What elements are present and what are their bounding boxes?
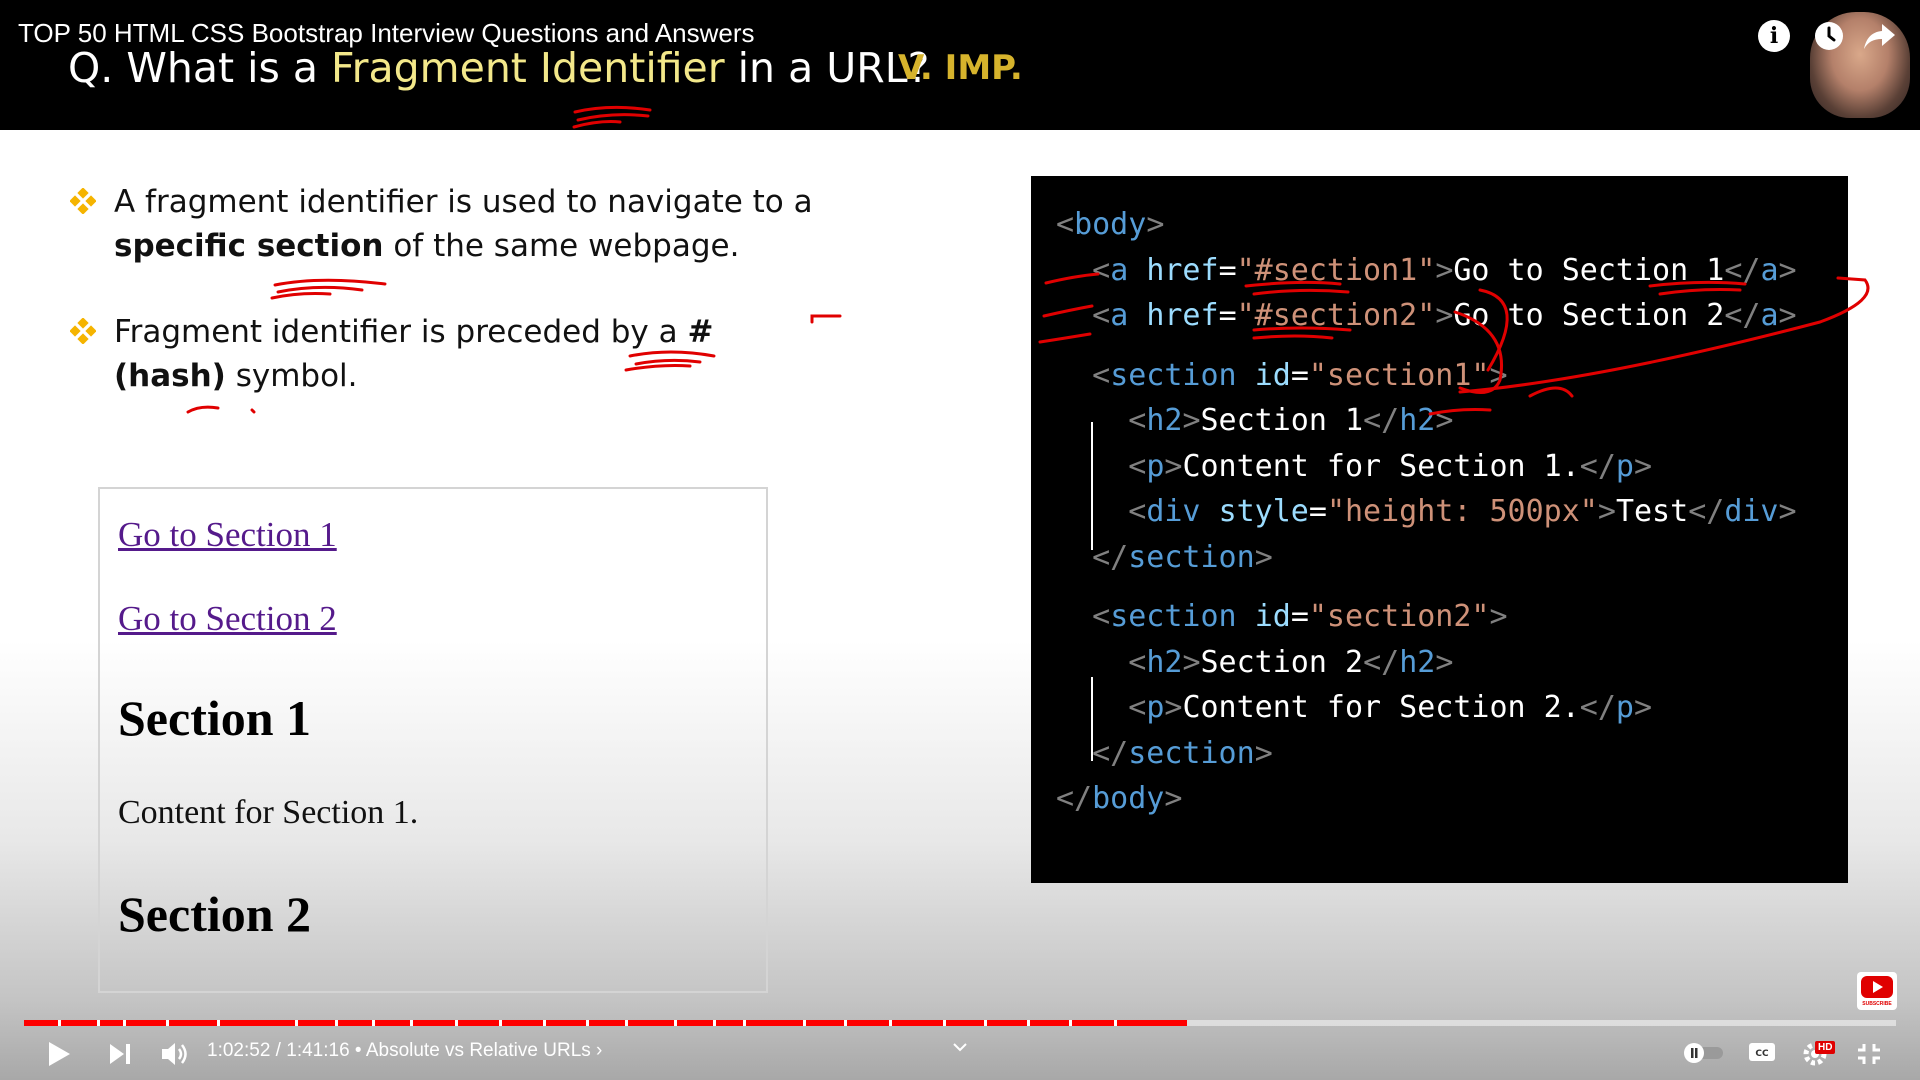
chapter-marker (742, 1020, 746, 1026)
code-line: <section id="section1"> (1092, 357, 1508, 393)
chapter-title[interactable]: Absolute vs Relative URLs (366, 1040, 591, 1061)
code-line: <p>Content for Section 1.</p> (1128, 448, 1653, 484)
chapter-marker (1113, 1020, 1117, 1026)
chapter-marker (802, 1020, 806, 1026)
bullet-item: Fragment identifier is preceded by a # (… (70, 310, 830, 398)
chapter-marker (295, 1020, 299, 1026)
go-to-section-1-link[interactable]: Go to Section 1 (118, 515, 337, 555)
code-line: <a href="#section1">Go to Section 1</a> (1092, 252, 1797, 288)
section-1-heading: Section 1 (118, 690, 312, 746)
chapter-marker (984, 1020, 988, 1026)
chapter-marker (888, 1020, 892, 1026)
demo-output-panel: Go to Section 1 Go to Section 2 Section … (98, 487, 768, 993)
progress-bar[interactable] (24, 1020, 1896, 1026)
chapter-marker (943, 1020, 947, 1026)
chapter-marker (843, 1020, 847, 1026)
chapter-marker (57, 1020, 61, 1026)
question-highlight: Fragment Identifier (331, 44, 725, 92)
hd-badge: HD (1815, 1041, 1836, 1054)
code-line: <section id="section2"> (1092, 599, 1508, 634)
volume-icon[interactable] (160, 1040, 190, 1068)
code-line: </section> (1092, 539, 1273, 575)
chapter-marker (712, 1020, 716, 1026)
code-line: <a href="#section2">Go to Section 2</a> (1092, 298, 1797, 333)
bullet-text: A fragment identifier is used to navigat… (114, 184, 813, 220)
indent-guide (1091, 677, 1093, 761)
captions-icon[interactable]: CC (1748, 1041, 1776, 1063)
bullet-bold-text: specific section (114, 228, 384, 264)
svg-text:CC: CC (1755, 1049, 1769, 1059)
chapter-marker (216, 1020, 220, 1026)
indent-guide (1091, 422, 1093, 550)
diamond-bullet-icon (70, 318, 96, 344)
code-line: </section> (1092, 735, 1273, 771)
code-line: <h2>Section 1</h2> (1128, 403, 1454, 438)
question-prefix: Q. What is a (68, 44, 332, 92)
bullet-item: A fragment identifier is used to navigat… (70, 180, 830, 268)
question-heading: Q. What is a Fragment Identifier in a UR… (68, 44, 929, 92)
play-icon[interactable] (46, 1040, 72, 1068)
youtube-logo-icon (1861, 976, 1893, 998)
diamond-bullet-icon (70, 188, 96, 214)
chapter-marker (624, 1020, 628, 1026)
chapter-marker (585, 1020, 589, 1026)
code-panel: <body> <a href="#section1">Go to Section… (1031, 176, 1848, 883)
progress-played (24, 1020, 1187, 1026)
go-to-section-2-link[interactable]: Go to Section 2 (118, 599, 337, 639)
share-icon[interactable] (1862, 20, 1896, 52)
importance-badge: V. IMP. (898, 48, 1023, 88)
bullet-text: of the same webpage. (383, 228, 740, 264)
section-1-content: Content for Section 1. (118, 794, 419, 831)
info-icon[interactable]: i (1758, 20, 1790, 52)
next-icon[interactable] (108, 1042, 132, 1066)
chapter-marker (499, 1020, 503, 1026)
code-line: <h2>Section 2</h2> (1128, 644, 1454, 680)
code-line: <body> (1056, 207, 1165, 242)
bullet-text: symbol. (225, 358, 358, 394)
subscribe-watermark[interactable]: SUBSCRIBE (1857, 972, 1897, 1010)
chapter-marker (542, 1020, 546, 1026)
exit-fullscreen-icon[interactable] (1856, 1042, 1882, 1066)
section-2-heading: Section 2 (118, 886, 312, 942)
time-total: 1:41:16 (286, 1040, 350, 1061)
clock-icon[interactable] (1813, 20, 1845, 52)
code-block: <body> <a href="#section1">Go to Section… (1056, 202, 1797, 822)
chapter-marker (1068, 1020, 1072, 1026)
bullet-text: Fragment identifier is preceded by a (114, 314, 688, 350)
code-line: </body> (1056, 781, 1183, 816)
chapter-marker (334, 1020, 338, 1026)
chapter-marker (673, 1020, 677, 1026)
chapter-marker (123, 1020, 127, 1026)
time-current: 1:02:52 (207, 1040, 271, 1061)
chapter-marker (372, 1020, 376, 1026)
code-line: <p>Content for Section 2.</p> (1128, 690, 1653, 725)
chapter-marker (97, 1020, 100, 1026)
chapter-marker (1027, 1020, 1031, 1026)
autoplay-toggle-icon[interactable] (1683, 1042, 1725, 1064)
chapter-marker (166, 1020, 170, 1026)
code-line: <div style="height: 500px">Test</div> (1128, 494, 1797, 529)
chapter-marker (409, 1020, 413, 1026)
chapter-marker (454, 1020, 458, 1026)
bullet-list: A fragment identifier is used to navigat… (70, 180, 830, 398)
chevron-down-icon[interactable] (952, 1041, 968, 1053)
subscribe-label: SUBSCRIBE (1862, 1001, 1892, 1007)
time-display: 1:02:52 / 1:41:16 • Absolute vs Relative… (207, 1040, 603, 1061)
